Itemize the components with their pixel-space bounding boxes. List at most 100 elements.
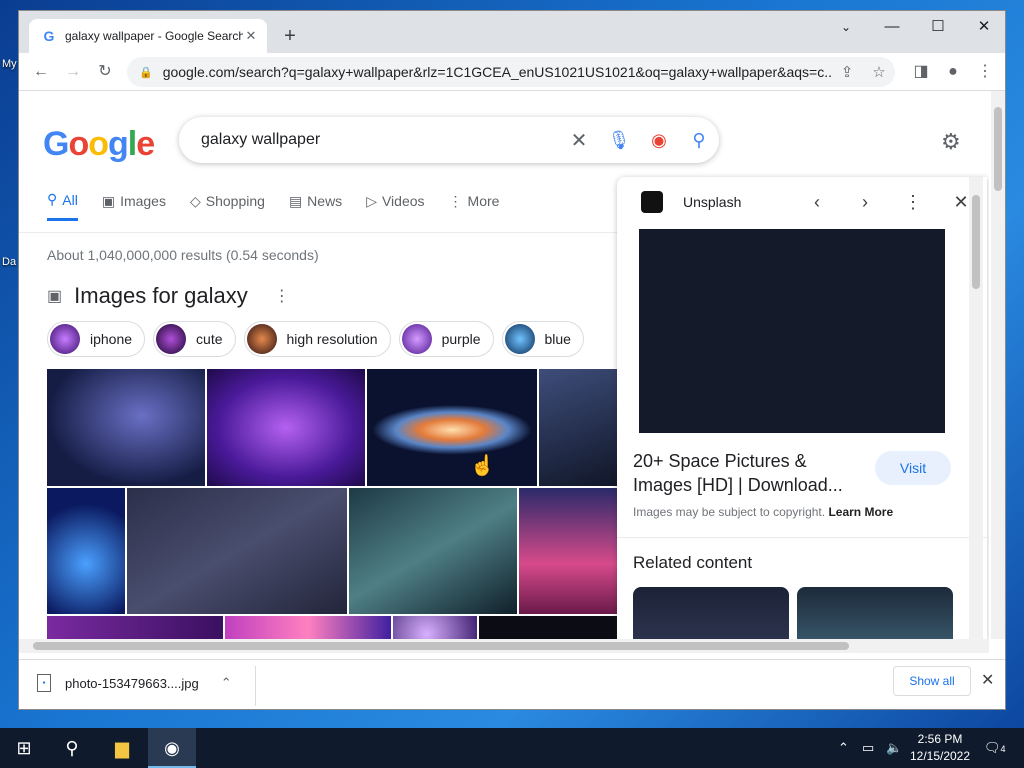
close-download-bar-icon[interactable]: ✕ [981, 670, 994, 690]
windows-start-icon[interactable]: ⊞ [0, 728, 48, 768]
google-logo[interactable]: Google [43, 125, 155, 164]
image-result[interactable] [367, 369, 537, 486]
chip-cute[interactable]: cute [153, 321, 236, 357]
image-result[interactable] [225, 616, 391, 639]
panel-scrollbar[interactable] [969, 177, 983, 639]
close-tab-icon[interactable]: ✕ [243, 28, 259, 44]
download-item[interactable]: ▪ photo-153479663....jpg ⌃ [37, 674, 232, 692]
image-result[interactable] [349, 488, 517, 614]
chip-iphone[interactable]: iphone [47, 321, 146, 357]
download-bar: ▪ photo-153479663....jpg ⌃ Show all ✕ [19, 659, 1005, 709]
tab-shopping[interactable]: ◇ Shopping [190, 191, 265, 221]
image-result[interactable] [127, 488, 347, 614]
notification-icon[interactable]: 🗨4 [984, 728, 1006, 768]
microphone-icon[interactable]: 🎙 [599, 130, 639, 151]
settings-gear-icon[interactable]: ⚙ [941, 129, 961, 155]
chip-high-resolution[interactable]: high resolution [243, 321, 391, 357]
tab-label: More [467, 193, 500, 209]
tab-label: Shopping [205, 193, 265, 209]
copyright-text: Images may be subject to copyright. [633, 505, 826, 519]
clock[interactable]: 2:56 PM 12/15/2022 [906, 731, 974, 765]
show-all-button[interactable]: Show all [893, 666, 971, 696]
next-image-icon[interactable]: › [841, 192, 889, 213]
back-button[interactable]: ← [27, 58, 55, 86]
more-options-icon[interactable]: ⋮ [274, 286, 290, 306]
reload-button[interactable]: ↻ [91, 58, 119, 86]
tab-more[interactable]: ⋮ More [449, 191, 500, 221]
more-dots-icon: ⋮ [448, 192, 463, 209]
tab-news[interactable]: ▤ News [289, 191, 342, 221]
network-icon[interactable]: ▭ [862, 728, 874, 768]
chip-thumbnail [246, 324, 277, 354]
tab-videos[interactable]: ▷ Videos [366, 191, 424, 221]
search-box[interactable]: galaxy wallpaper ✕ 🎙 ◉ ⚲ [179, 117, 719, 163]
forward-button[interactable]: → [59, 58, 87, 86]
profile-avatar[interactable]: ● [939, 58, 967, 86]
address-bar[interactable]: 🔒 google.com/search?q=galaxy+wallpaper&r… [127, 57, 895, 87]
google-favicon-icon: G [43, 28, 55, 44]
scrollbar-thumb[interactable] [33, 642, 849, 650]
chip-thumbnail [401, 324, 432, 354]
tab-search-icon[interactable]: ⌄ [823, 11, 869, 43]
preview-title[interactable]: 20+ Space Pictures & Images [HD] | Downl… [633, 449, 863, 497]
chip-label: cute [196, 331, 223, 347]
page-content: Google galaxy wallpaper ✕ 🎙 ◉ ⚲ ⚙ ⚲ All … [19, 91, 989, 639]
tab-images[interactable]: ▣ Images [102, 191, 166, 221]
panel-source-name[interactable]: Unsplash [683, 194, 793, 210]
chrome-icon[interactable]: ◉ [148, 728, 196, 768]
bookmark-star-icon[interactable]: ☆ [863, 63, 895, 81]
tab-all[interactable]: ⚲ All [47, 191, 78, 221]
tab-label: Videos [381, 193, 425, 209]
clear-search-icon[interactable]: ✕ [559, 128, 599, 153]
image-result[interactable] [47, 616, 223, 639]
desktop-icon-label[interactable]: Da [2, 256, 16, 268]
previous-image-icon[interactable]: ‹ [793, 192, 841, 213]
desktop-icon-label[interactable]: My [2, 58, 17, 70]
chip-purple[interactable]: purple [398, 321, 494, 357]
chip-blue[interactable]: blue [501, 321, 584, 357]
image-preview-panel: Unsplash ‹ › ⋮ ✕ 20+ Space Pictures & Im… [617, 177, 987, 639]
image-result[interactable] [393, 616, 477, 639]
image-result[interactable] [47, 369, 205, 486]
camera-lens-icon[interactable]: ◉ [639, 130, 679, 151]
more-options-icon[interactable]: ⋮ [889, 192, 937, 213]
close-window-button[interactable]: ✕ [961, 11, 1005, 43]
search-input[interactable]: galaxy wallpaper [201, 131, 559, 149]
vertical-scrollbar[interactable] [991, 91, 1005, 639]
chevron-up-icon[interactable]: ⌃ [838, 728, 849, 768]
browser-tab[interactable]: G galaxy wallpaper - Google Search ✕ [29, 19, 267, 53]
horizontal-scrollbar[interactable] [19, 639, 989, 653]
side-panel-icon[interactable]: ◨ [907, 58, 935, 86]
minimize-button[interactable]: — [869, 11, 915, 43]
download-filename: photo-153479663....jpg [65, 675, 199, 691]
share-icon[interactable]: ⇪ [831, 63, 863, 81]
image-result[interactable] [519, 488, 619, 614]
file-explorer-icon[interactable]: ▆ [98, 728, 146, 768]
scrollbar-thumb[interactable] [994, 107, 1002, 191]
results-stats: About 1,040,000,000 results (0.54 second… [47, 247, 319, 263]
lock-icon[interactable]: 🔒 [139, 66, 153, 79]
preview-image[interactable] [639, 229, 945, 433]
image-result[interactable] [207, 369, 365, 486]
visit-button[interactable]: Visit [875, 451, 951, 485]
scrollbar-thumb[interactable] [972, 195, 980, 289]
images-section-header: ▣ Images for galaxy ⋮ [47, 283, 290, 309]
clock-date: 12/15/2022 [909, 749, 971, 763]
related-image[interactable] [797, 587, 953, 639]
image-icon: ▣ [47, 288, 63, 305]
image-result[interactable] [47, 488, 125, 614]
learn-more-link[interactable]: Learn More [828, 505, 893, 519]
menu-kebab-icon[interactable]: ⋮ [971, 58, 999, 86]
volume-icon[interactable]: 🔈 [886, 728, 902, 768]
image-result[interactable] [539, 369, 619, 486]
search-icon[interactable]: ⚲ [679, 130, 719, 151]
chevron-up-icon[interactable]: ⌃ [221, 675, 232, 691]
divider [617, 537, 987, 538]
images-section-title[interactable]: Images for galaxy [74, 283, 248, 309]
maximize-button[interactable]: ☐ [915, 11, 961, 43]
related-image[interactable] [633, 587, 789, 639]
image-filter-chips: iphone cute high resolution purple blue [47, 321, 584, 357]
new-tab-button[interactable]: + [277, 23, 303, 49]
url-text[interactable]: google.com/search?q=galaxy+wallpaper&rlz… [163, 64, 831, 80]
search-icon[interactable]: ⚲ [48, 728, 96, 768]
